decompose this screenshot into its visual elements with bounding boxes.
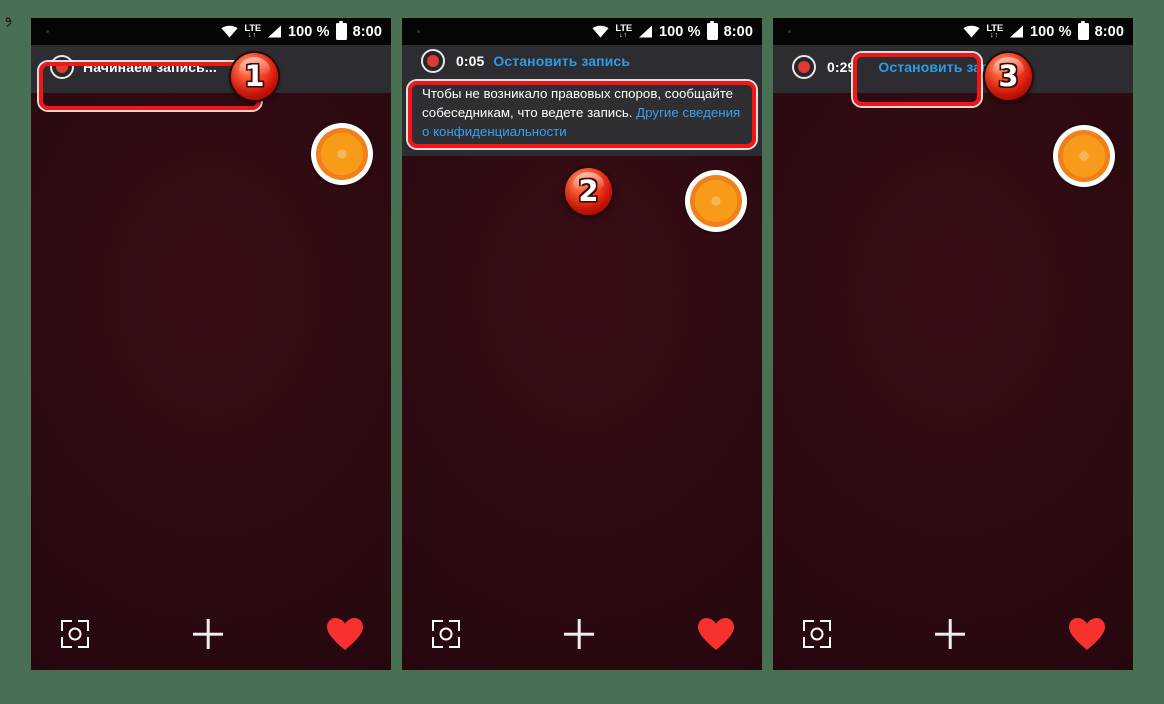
record-dot-icon	[792, 55, 816, 79]
bottom-dock-3	[773, 598, 1133, 670]
recording-notification-3[interactable]: 0:29 Остановить запись	[773, 45, 1133, 89]
orange-slice-sticker[interactable]	[685, 170, 747, 232]
clock-label: 8:00	[352, 23, 382, 40]
status-indicator-dot	[417, 30, 420, 33]
signal-bars-icon	[638, 25, 653, 38]
wallpaper-3	[773, 18, 1133, 670]
battery-full-icon	[1077, 20, 1089, 40]
bottom-dock-2	[402, 598, 762, 670]
status-bar-3: LTE ↓↑ 100 % 8:00	[773, 18, 1133, 45]
orange-peel	[1058, 130, 1110, 182]
orange-peel	[316, 128, 368, 180]
status-indicator-dot	[788, 30, 791, 33]
signal-bars-icon	[1009, 25, 1024, 38]
orange-flesh	[321, 133, 363, 175]
wallpaper-1	[31, 18, 391, 670]
orange-slice-sticker[interactable]	[1053, 125, 1115, 187]
camera-frame-icon[interactable]	[432, 620, 460, 648]
orange-slice-sticker[interactable]	[311, 123, 373, 185]
recording-notification-1[interactable]: Начинаем запись...	[31, 45, 391, 89]
status-bar-1: LTE ↓↑ 100 % 8:00	[31, 18, 391, 45]
step-badge-3: 3	[985, 53, 1032, 100]
bottom-dock-1	[31, 598, 391, 670]
clock-label: 8:00	[1094, 23, 1124, 40]
status-indicator-dot	[46, 30, 49, 33]
lte-icon: LTE ↓↑	[244, 22, 261, 40]
notification-shade-2: 0:05 Остановить запись Чтобы не возникал…	[402, 45, 762, 156]
phone-screen-2: LTE ↓↑ 100 % 8:00 0:05 Остановить запись…	[402, 18, 762, 670]
wifi-icon	[592, 25, 609, 38]
battery-percent-label: 100 %	[1029, 23, 1072, 40]
battery-full-icon	[335, 20, 347, 40]
status-bar-2: LTE ↓↑ 100 % 8:00	[402, 18, 762, 45]
wifi-icon	[963, 25, 980, 38]
battery-percent-label: 100 %	[287, 23, 330, 40]
heart-icon[interactable]	[327, 617, 363, 651]
heart-icon[interactable]	[698, 617, 734, 651]
plus-icon[interactable]	[192, 618, 224, 650]
camera-frame-icon[interactable]	[803, 620, 831, 648]
orange-peel	[690, 175, 742, 227]
record-dot-icon	[421, 49, 445, 73]
lte-icon: LTE ↓↑	[615, 22, 632, 40]
stop-recording-action[interactable]: Остановить запись	[493, 53, 630, 69]
wifi-icon	[221, 25, 238, 38]
plus-icon[interactable]	[934, 618, 966, 650]
plus-icon[interactable]	[563, 618, 595, 650]
camera-frame-icon[interactable]	[61, 620, 89, 648]
record-dot-icon	[50, 55, 74, 79]
orange-flesh	[695, 180, 737, 222]
privacy-notice-text: Чтобы не возникало правовых споров, сооб…	[411, 77, 753, 150]
notification-title: Начинаем запись...	[83, 59, 217, 75]
notification-shade-1: Начинаем запись...	[31, 45, 391, 93]
heart-icon[interactable]	[1069, 617, 1105, 651]
screenshot-panel-row: LTE ↓↑ 100 % 8:00 Начинаем запись... 1 L…	[0, 18, 1164, 672]
lte-icon: LTE ↓↑	[986, 22, 1003, 40]
battery-percent-label: 100 %	[658, 23, 701, 40]
step-badge-1: 1	[231, 53, 278, 100]
orange-flesh	[1063, 135, 1105, 177]
phone-screen-3: LTE ↓↑ 100 % 8:00 0:29 Остановить запись…	[773, 18, 1133, 670]
clock-label: 8:00	[723, 23, 753, 40]
phone-screen-1: LTE ↓↑ 100 % 8:00 Начинаем запись... 1	[31, 18, 391, 670]
recording-notification-2[interactable]: 0:05 Остановить запись	[402, 45, 762, 77]
notification-shade-3: 0:29 Остановить запись	[773, 45, 1133, 93]
battery-full-icon	[706, 20, 718, 40]
recording-timer: 0:05	[456, 53, 485, 69]
signal-bars-icon	[267, 25, 282, 38]
recording-timer: 0:29	[827, 59, 856, 75]
step-badge-2: 2	[565, 168, 612, 215]
